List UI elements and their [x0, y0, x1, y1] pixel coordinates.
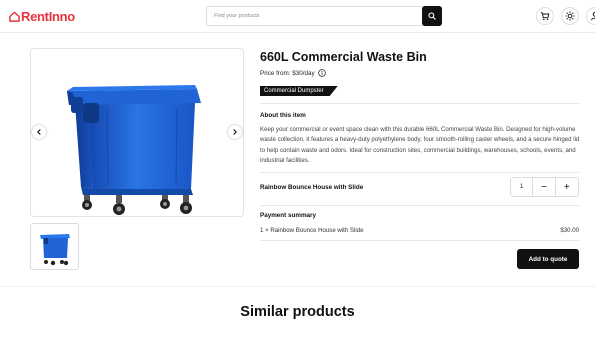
search-input[interactable]	[207, 7, 423, 25]
logo-house-icon	[9, 11, 20, 22]
product-title: 660L Commercial Waste Bin	[260, 50, 427, 64]
waste-bin-thumbnail-image	[40, 234, 70, 266]
search-button[interactable]	[422, 6, 442, 26]
chevron-left-icon	[37, 129, 41, 135]
search-icon	[428, 12, 436, 20]
price-row: Price from: $30/day	[260, 69, 326, 77]
theme-toggle-button[interactable]	[561, 7, 579, 25]
product-thumbnail[interactable]	[30, 223, 79, 270]
divider	[260, 240, 579, 241]
theme-sun-icon	[565, 11, 575, 21]
search-bar	[206, 6, 442, 26]
user-icon	[591, 12, 595, 21]
divider	[260, 205, 579, 206]
cart-icon	[540, 12, 550, 21]
summary-line-label: 1 × Rainbow Bounce House with Slide	[260, 227, 364, 234]
product-main-image[interactable]	[30, 48, 244, 217]
waste-bin-image	[67, 85, 201, 215]
increase-quantity-button[interactable]: +	[556, 178, 578, 196]
product-description: Keep your commercial or event space clea…	[260, 126, 580, 165]
about-heading: About this item	[260, 112, 306, 119]
user-button[interactable]	[586, 7, 595, 25]
summary-line-amount: $30.00	[560, 227, 579, 234]
decrease-quantity-button[interactable]: −	[533, 178, 556, 196]
section-divider	[0, 286, 595, 287]
selected-item-label: Rainbow Bounce House with Slide	[260, 184, 364, 191]
price-label: Price from: $30/day	[260, 69, 315, 77]
quantity-stepper: 1 − +	[510, 177, 579, 197]
quantity-value[interactable]: 1	[511, 178, 534, 196]
add-to-quote-button[interactable]: Add to quote	[517, 249, 579, 269]
logo[interactable]: RentInno	[9, 8, 75, 24]
logo-text: RentInno	[21, 8, 75, 24]
bin-wheels	[82, 195, 192, 215]
cart-button[interactable]	[536, 7, 554, 25]
chevron-right-icon	[233, 129, 237, 135]
info-icon[interactable]	[317, 69, 326, 77]
divider	[260, 172, 579, 173]
payment-summary-heading: Payment summary	[260, 212, 316, 219]
previous-image-button[interactable]	[32, 125, 46, 139]
top-header: RentInno	[0, 0, 595, 33]
summary-line-item: 1 × Rainbow Bounce House with Slide $30.…	[260, 227, 579, 234]
similar-products-heading: Similar products	[240, 304, 355, 320]
next-image-button[interactable]	[228, 125, 242, 139]
category-tag[interactable]: Commercial Dumpster	[260, 86, 338, 96]
divider	[260, 103, 579, 104]
